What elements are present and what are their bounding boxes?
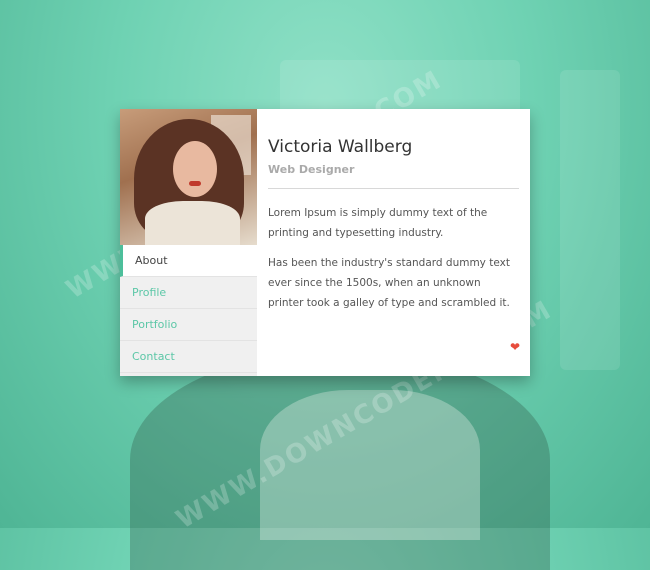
profile-photo (120, 109, 257, 245)
card-left-column: About Profile Portfolio Contact (120, 109, 257, 376)
heart-icon[interactable]: ❤ (510, 340, 520, 354)
profile-name: Victoria Wallberg (268, 137, 413, 157)
profile-nav: About Profile Portfolio Contact (120, 245, 257, 376)
nav-item-profile[interactable]: Profile (120, 277, 257, 309)
nav-item-about[interactable]: About (120, 245, 257, 277)
bio-paragraph-2: Has been the industry's standard dummy t… (268, 257, 510, 309)
divider (268, 188, 519, 189)
nav-item-portfolio[interactable]: Portfolio (120, 309, 257, 341)
card-content: Victoria Wallberg Web Designer Lorem Ips… (257, 109, 530, 376)
nav-item-contact[interactable]: Contact (120, 341, 257, 373)
background-column (560, 70, 620, 370)
profile-card: About Profile Portfolio Contact Victoria… (120, 109, 530, 376)
profile-role: Web Designer (268, 163, 355, 176)
bio-paragraph-1: Lorem Ipsum is simply dummy text of the … (268, 207, 488, 239)
